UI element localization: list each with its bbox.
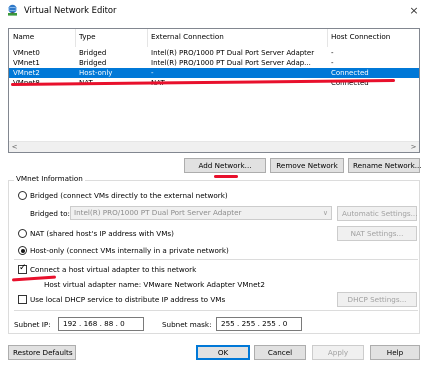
apply-button[interactable]: Apply	[312, 345, 364, 360]
dhcp-settings-button[interactable]: DHCP Settings...	[337, 292, 417, 307]
cell-name: VMnet1	[13, 59, 40, 67]
dhcp-label[interactable]: Use local DHCP service to distribute IP …	[30, 295, 225, 304]
column-divider	[147, 29, 148, 47]
cell-name: VMnet2	[13, 69, 40, 77]
cell-host: -	[331, 59, 334, 67]
subnet-mask-label: Subnet mask:	[162, 320, 212, 329]
cell-type: Bridged	[79, 49, 107, 57]
cell-type: Bridged	[79, 59, 107, 67]
chevron-down-icon: ∨	[322, 209, 328, 217]
column-divider	[75, 29, 76, 47]
bridged-to-value: Intel(R) PRO/1000 PT Dual Port Server Ad…	[74, 208, 242, 217]
rename-network-button[interactable]: Rename Network...	[348, 158, 422, 173]
vmnet-list[interactable]: Name Type External Connection Host Conne…	[8, 28, 420, 153]
subnet-mask-input[interactable]: 255 . 255 . 255 . 0	[216, 317, 302, 331]
title-bar: Virtual Network Editor ×	[0, 0, 428, 22]
connect-adapter-checkbox[interactable]: ✓	[18, 263, 27, 274]
bridged-radio[interactable]	[18, 191, 27, 200]
cancel-button[interactable]: Cancel	[254, 345, 306, 360]
cell-type: Host-only	[79, 69, 113, 77]
horizontal-scrollbar[interactable]: < >	[9, 141, 419, 152]
help-button[interactable]: Help	[370, 345, 420, 360]
add-network-button[interactable]: Add Network...	[184, 158, 266, 173]
bridged-to-label: Bridged to:	[30, 209, 70, 218]
adapter-name-text: Host virtual adapter name: VMware Networ…	[44, 280, 265, 289]
ok-button[interactable]: OK	[196, 345, 250, 360]
table-row-selected[interactable]: VMnet2 Host-only - Connected	[9, 68, 419, 78]
cell-name: VMnet0	[13, 49, 40, 57]
checkmark-icon: ✓	[19, 263, 27, 273]
subnet-ip-label: Subnet IP:	[14, 320, 51, 329]
window-title: Virtual Network Editor	[24, 5, 117, 15]
cell-host: -	[331, 49, 334, 57]
table-row[interactable]: VMnet1 Bridged Intel(R) PRO/1000 PT Dual…	[9, 58, 419, 68]
bridged-to-dropdown[interactable]: Intel(R) PRO/1000 PT Dual Port Server Ad…	[70, 206, 332, 220]
radio-dot-icon	[20, 248, 25, 253]
divider	[14, 259, 418, 260]
nat-settings-button[interactable]: NAT Settings...	[337, 226, 417, 241]
nat-label[interactable]: NAT (shared host's IP address with VMs)	[30, 229, 174, 238]
nat-radio[interactable]	[18, 229, 27, 238]
bridged-label[interactable]: Bridged (connect VMs directly to the ext…	[30, 191, 228, 200]
cell-external: Intel(R) PRO/1000 PT Dual Port Server Ad…	[151, 49, 315, 57]
group-label: VMnet Information	[14, 174, 85, 183]
column-header-type[interactable]: Type	[79, 32, 96, 46]
scroll-right-arrow[interactable]: >	[408, 142, 419, 152]
column-header-name[interactable]: Name	[13, 32, 34, 46]
network-editor-icon	[6, 4, 19, 17]
divider	[14, 310, 418, 311]
automatic-settings-button[interactable]: Automatic Settings...	[337, 206, 417, 221]
column-header-external[interactable]: External Connection	[151, 32, 224, 46]
host-only-label[interactable]: Host-only (connect VMs internally in a p…	[30, 246, 229, 255]
column-header-host[interactable]: Host Connection	[331, 32, 390, 46]
red-annotation-underline	[214, 175, 238, 178]
host-only-radio[interactable]	[18, 246, 27, 255]
close-button[interactable]: ×	[406, 3, 422, 19]
restore-defaults-button[interactable]: Restore Defaults	[8, 345, 76, 360]
table-row[interactable]: VMnet0 Bridged Intel(R) PRO/1000 PT Dual…	[9, 48, 419, 58]
scroll-left-arrow[interactable]: <	[9, 142, 20, 152]
dhcp-checkbox[interactable]	[18, 295, 27, 304]
remove-network-button[interactable]: Remove Network	[270, 158, 344, 173]
column-divider	[327, 29, 328, 47]
cell-external: -	[151, 69, 154, 77]
cell-external: Intel(R) PRO/1000 PT Dual Port Server Ad…	[151, 59, 311, 67]
cell-host: Connected	[331, 69, 369, 77]
subnet-ip-input[interactable]: 192 . 168 . 88 . 0	[58, 317, 144, 331]
connect-adapter-label[interactable]: Connect a host virtual adapter to this n…	[30, 265, 196, 274]
